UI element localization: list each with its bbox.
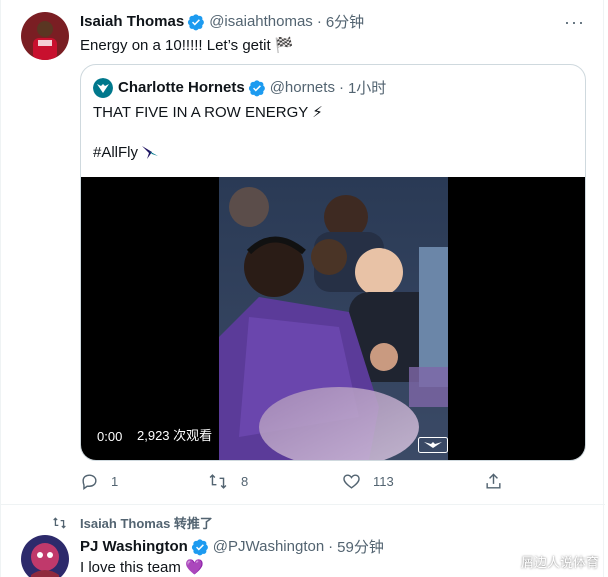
retweet-count: 8 — [241, 474, 249, 489]
tweet-timestamp[interactable]: 59分钟 — [337, 536, 384, 557]
avatar[interactable] — [21, 535, 69, 577]
reply-icon — [82, 474, 97, 491]
tweet-isaiah-thomas[interactable]: Isaiah Thomas @isaiahthomas · 6分钟 ··· En… — [1, 0, 605, 505]
verified-badge-icon — [191, 538, 208, 555]
like-button[interactable]: 113 — [342, 472, 394, 491]
isaiah-avatar-image — [21, 12, 69, 60]
quote-text: THAT FIVE IN A ROW ENERGY ⚡ — [93, 104, 323, 121]
author-handle[interactable]: @PJWashington — [213, 538, 324, 555]
separator: · — [328, 538, 334, 555]
video-current-time: 0:00 — [97, 429, 123, 444]
tweet-text: I love this team 💜 — [80, 559, 204, 576]
quote-author-handle: @hornets — [269, 79, 335, 96]
video-player[interactable]: 0:00 2,923 次观看 — [81, 177, 585, 460]
like-count: 113 — [373, 474, 394, 489]
quote-author-name: Charlotte Hornets — [118, 79, 245, 96]
quote-hashtag-line: #AllFly — [93, 143, 160, 161]
quote-timestamp: 1小时 — [347, 80, 387, 97]
video-thumbnail-image — [219, 177, 448, 460]
pj-washington-avatar-image — [21, 535, 69, 577]
hornets-watermark-icon — [418, 437, 448, 453]
avatar[interactable] — [21, 12, 69, 60]
video-frame — [219, 177, 448, 460]
more-options-icon[interactable]: ··· — [564, 12, 585, 33]
hornets-avatar-icon[interactable] — [93, 77, 113, 98]
timeline: Isaiah Thomas @isaiahthomas · 6分钟 ··· En… — [0, 0, 605, 577]
hashtag-link[interactable]: #AllFly — [93, 144, 138, 161]
tweet-header: Isaiah Thomas @isaiahthomas · 6分钟 — [80, 11, 364, 32]
verified-badge-icon — [188, 13, 205, 30]
retweet-banner-text: Isaiah Thomas 转推了 — [80, 516, 213, 531]
quote-header: Charlotte Hornets @hornets · 1小时 — [93, 77, 386, 98]
reply-count: 1 — [111, 474, 119, 489]
reply-button[interactable]: 1 — [80, 472, 118, 491]
tweet-actions: 1 8 113 — [80, 472, 586, 496]
quote-tweet-card[interactable]: Charlotte Hornets @hornets · 1小时 THAT FI… — [80, 64, 586, 461]
heart-icon — [343, 474, 360, 489]
tweet-timestamp[interactable]: 6分钟 — [326, 11, 364, 32]
author-handle[interactable]: @isaiahthomas — [209, 13, 313, 30]
share-button[interactable] — [484, 472, 515, 491]
tweet-text: Energy on a 10!!!!! Let’s getit 🏁 — [80, 37, 294, 54]
video-view-count: 2,923 次观看 — [137, 428, 213, 443]
retweet-icon — [209, 474, 227, 489]
retweet-button[interactable]: 8 — [207, 472, 248, 491]
retweet-banner[interactable]: Isaiah Thomas 转推了 — [51, 513, 213, 532]
author-name[interactable]: PJ Washington — [80, 538, 188, 555]
separator: · — [338, 79, 344, 96]
author-name[interactable]: Isaiah Thomas — [80, 13, 184, 30]
tweet-header: PJ Washington @PJWashington · 59分钟 — [80, 536, 384, 557]
hornets-hashflag-icon — [142, 146, 159, 159]
separator: · — [316, 13, 322, 30]
retweet-icon — [53, 516, 66, 529]
share-icon — [486, 473, 501, 489]
verified-badge-icon — [248, 79, 265, 96]
watermark-text: 屑边人说体育 — [520, 555, 599, 570]
